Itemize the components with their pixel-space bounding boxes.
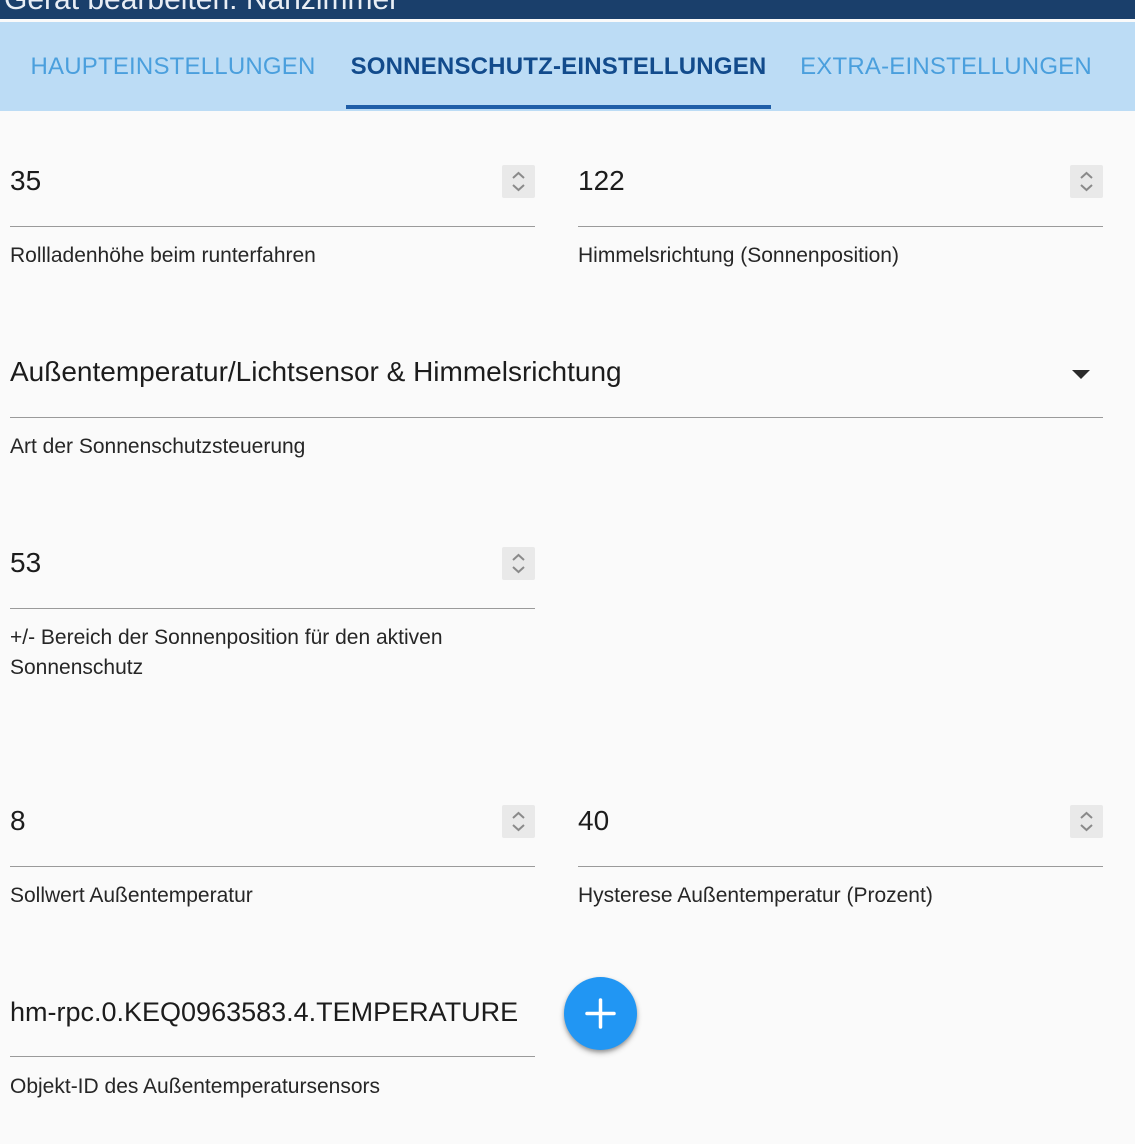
input-underline (578, 226, 1103, 227)
sun-direction-label: Himmelsrichtung (Sonnenposition) (578, 244, 899, 267)
up-down-chevron-icon (512, 811, 525, 832)
temp-sensor-object-id-input[interactable]: hm-rpc.0.KEQ0963583.4.TEMPERATURE (10, 994, 518, 1030)
control-type-select[interactable]: Außentemperatur/Lichtsensor & Himmelsric… (10, 354, 1103, 474)
outside-temp-hysteresis-field: 40 Hysterese Außentemperatur (Prozent) (578, 803, 1103, 923)
sun-direction-input[interactable]: 122 (578, 163, 625, 199)
temp-sensor-object-id-label: Objekt-ID des Außentemperatursensors (10, 1075, 381, 1098)
outside-temp-setpoint-input[interactable]: 8 (10, 803, 26, 839)
sun-range-label-line2: Sonnenschutz (10, 656, 144, 679)
shutter-height-label: Rollladenhöhe beim runterfahren (10, 244, 316, 267)
up-down-chevron-icon (512, 553, 525, 574)
shutter-height-input[interactable]: 35 (10, 163, 41, 199)
input-underline (10, 608, 535, 609)
up-down-chevron-icon (512, 171, 525, 192)
plus-icon (585, 998, 616, 1029)
outside-temp-hysteresis-input[interactable]: 40 (578, 803, 609, 839)
shutter-height-field: 35 Rollladenhöhe beim runterfahren (10, 163, 535, 283)
outside-temp-hysteresis-label: Hysterese Außentemperatur (Prozent) (578, 884, 933, 907)
tab-main-settings[interactable]: HAUPTEINSTELLUNGEN (0, 22, 346, 111)
select-object-id-button[interactable] (564, 977, 637, 1050)
dialog-title-bar: Gerät bearbeiten: Nähzimmer (0, 0, 1135, 19)
temp-sensor-object-id-field: hm-rpc.0.KEQ0963583.4.TEMPERATURE Objekt… (10, 994, 535, 1114)
sun-direction-field: 122 Himmelsrichtung (Sonnenposition) (578, 163, 1103, 283)
sun-range-stepper[interactable] (502, 547, 535, 580)
up-down-chevron-icon (1080, 811, 1093, 832)
control-type-label: Art der Sonnenschutzsteuerung (10, 435, 306, 458)
sun-range-field: 53 +/- Bereich der Sonnenposition für de… (10, 545, 535, 695)
outside-temp-setpoint-label: Sollwert Außentemperatur (10, 884, 253, 907)
tab-extra-settings[interactable]: EXTRA-EINSTELLUNGEN (771, 22, 1121, 111)
tab-sun-protection-settings[interactable]: SONNENSCHUTZ-EINSTELLUNGEN (346, 22, 771, 111)
input-underline (10, 226, 535, 227)
outside-temp-hysteresis-stepper[interactable] (1070, 805, 1103, 838)
input-underline (10, 866, 535, 867)
shutter-height-stepper[interactable] (502, 165, 535, 198)
input-underline (10, 1056, 535, 1057)
sun-direction-stepper[interactable] (1070, 165, 1103, 198)
input-underline (578, 866, 1103, 867)
sun-range-label-line1: +/- Bereich der Sonnenposition für den a… (10, 626, 443, 649)
caret-down-icon (1072, 370, 1090, 379)
sun-range-input[interactable]: 53 (10, 545, 41, 581)
select-underline (10, 417, 1103, 418)
outside-temp-setpoint-stepper[interactable] (502, 805, 535, 838)
tab-bar: HAUPTEINSTELLUNGEN SONNENSCHUTZ-EINSTELL… (0, 22, 1135, 111)
active-tab-indicator (346, 105, 771, 109)
up-down-chevron-icon (1080, 171, 1093, 192)
outside-temp-setpoint-field: 8 Sollwert Außentemperatur (10, 803, 535, 923)
control-type-selected-value: Außentemperatur/Lichtsensor & Himmelsric… (10, 356, 622, 387)
dialog-title: Gerät bearbeiten: Nähzimmer (4, 0, 399, 18)
